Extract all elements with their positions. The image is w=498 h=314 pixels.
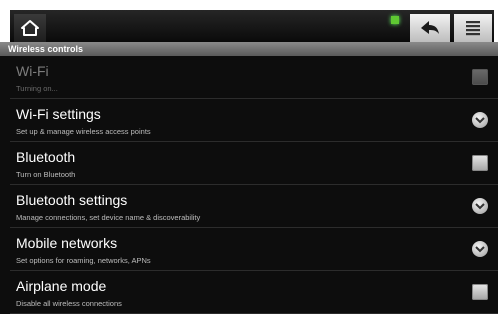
row-title: Mobile networks (16, 235, 118, 251)
bluetooth-checkbox[interactable] (472, 155, 488, 171)
toolbar (10, 10, 494, 42)
row-title: Wi-Fi (16, 63, 49, 79)
settings-list: Wi-Fi Turning on... Wi-Fi settings Set u… (10, 56, 498, 314)
row-title: Bluetooth (16, 149, 76, 165)
menu-list-icon (466, 21, 480, 36)
wifi-checkbox[interactable] (472, 69, 488, 85)
row-summary: Set options for roaming, networks, APNs (16, 256, 151, 265)
row-summary: Turning on... (16, 84, 58, 93)
row-summary: Disable all wireless connections (16, 299, 122, 308)
row-summary: Set up & manage wireless access points (16, 127, 151, 136)
chevron-down-icon (472, 112, 488, 128)
chevron-down-icon (472, 198, 488, 214)
bluetooth-row[interactable]: Bluetooth Turn on Bluetooth (10, 142, 498, 185)
back-arrow-icon (421, 21, 439, 34)
airplane-mode-checkbox[interactable] (472, 284, 488, 300)
airplane-mode-row[interactable]: Airplane mode Disable all wireless conne… (10, 271, 498, 314)
home-button[interactable] (14, 14, 46, 42)
mobile-networks-row[interactable]: Mobile networks Set options for roaming,… (10, 228, 498, 271)
row-title: Wi-Fi settings (16, 106, 101, 122)
top-frame (0, 0, 498, 42)
wifi-row[interactable]: Wi-Fi Turning on... (10, 56, 498, 99)
wifi-settings-row[interactable]: Wi-Fi settings Set up & manage wireless … (10, 99, 498, 142)
menu-button[interactable] (454, 14, 492, 42)
chevron-down-icon (472, 241, 488, 257)
bluetooth-settings-row[interactable]: Bluetooth settings Manage connections, s… (10, 185, 498, 228)
row-title: Airplane mode (16, 278, 107, 294)
back-button[interactable] (410, 14, 450, 42)
row-title: Bluetooth settings (16, 192, 128, 208)
home-icon (21, 20, 39, 36)
row-summary: Turn on Bluetooth (16, 170, 76, 179)
section-header: Wireless controls (0, 42, 498, 56)
status-indicator (391, 16, 399, 24)
row-summary: Manage connections, set device name & di… (16, 213, 201, 222)
